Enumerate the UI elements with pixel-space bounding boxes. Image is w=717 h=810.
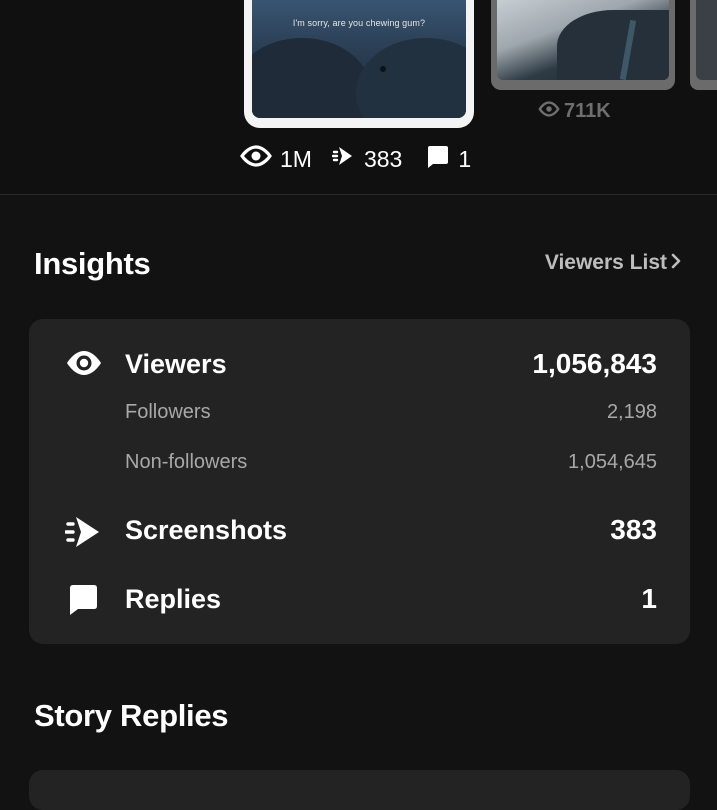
viewers-label: Viewers — [125, 349, 227, 379]
followers-label: Followers — [125, 401, 211, 423]
replies-value: 1 — [641, 583, 657, 614]
side-thumbnail-views: 711K — [538, 100, 611, 123]
replies-stat: 1 — [424, 143, 471, 175]
story-thumbnail-partial[interactable] — [690, 0, 717, 90]
story-replies-heading: Story Replies — [34, 698, 229, 733]
non-followers-value: 1,054,645 — [568, 451, 657, 473]
screenshots-label: Screenshots — [125, 515, 288, 545]
eye-icon — [538, 100, 560, 123]
section-divider — [0, 194, 717, 195]
story-thumbnail-image — [696, 0, 717, 80]
viewers-list-link[interactable]: Viewers List — [545, 251, 681, 275]
thumbnail-figure-shape — [356, 38, 466, 118]
viewers-value: 1,056,843 — [532, 348, 657, 379]
non-followers-label: Non-followers — [125, 451, 248, 473]
followers-value: 2,198 — [606, 401, 657, 423]
story-caption: I'm sorry, are you chewing gum? — [292, 18, 426, 28]
story-thumbnail-image — [497, 0, 669, 80]
replies-label: Replies — [125, 584, 222, 614]
story-thumbnail-next[interactable] — [491, 0, 675, 90]
chat-bubble-icon — [65, 582, 99, 621]
replies-count: 1 — [458, 145, 472, 172]
eye-icon — [65, 349, 103, 382]
chat-bubble-icon — [424, 143, 450, 175]
thumbnail-figure-shape — [252, 38, 372, 118]
story-replies-card — [29, 770, 690, 810]
insights-card: Viewers 1,056,843 Followers 2,198 Non-fo… — [29, 319, 690, 644]
screenshots-value: 383 — [610, 514, 657, 545]
screenshots-count: 383 — [363, 145, 403, 172]
views-stat: 1M — [240, 145, 312, 173]
story-thumbnail-selected[interactable]: I'm sorry, are you chewing gum? — [244, 0, 474, 128]
story-stats-row: 1M 383 1 — [240, 143, 471, 175]
insights-heading: Insights — [34, 246, 151, 281]
views-count: 1M — [280, 145, 312, 172]
story-thumbnail-image: I'm sorry, are you chewing gum? — [252, 0, 466, 118]
screenshot-arrow-icon — [64, 514, 103, 555]
side-views-count: 711K — [564, 100, 611, 122]
screenshots-stat: 383 — [331, 144, 403, 174]
thumbnail-detail-shape — [380, 66, 386, 72]
viewers-list-label: Viewers List — [544, 251, 667, 274]
eye-icon — [240, 145, 272, 173]
screenshot-arrow-icon — [331, 144, 356, 174]
chevron-right-icon — [671, 251, 681, 275]
thumbnail-figure-shape — [557, 10, 669, 80]
